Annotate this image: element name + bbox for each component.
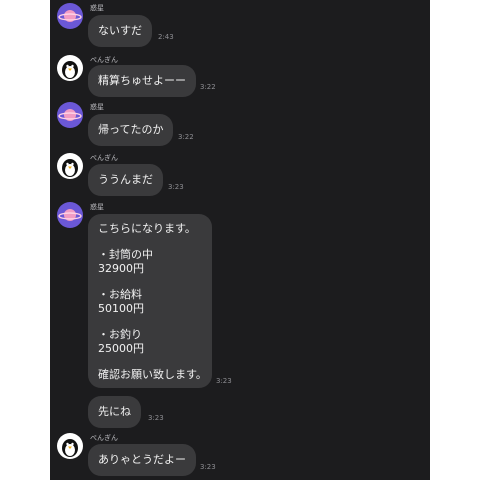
message-bubble[interactable]: ありゃとうだよー bbox=[88, 444, 196, 476]
sender-name: ぺんぎん bbox=[90, 56, 118, 64]
message-bubble[interactable]: ないすだ bbox=[88, 15, 152, 47]
message-time: 3:23 bbox=[148, 414, 164, 422]
message-bubble-multiline[interactable]: こちらになります。 ・封筒の中 32900円 ・お給料 50100円 ・お釣り … bbox=[88, 214, 212, 388]
message-time: 3:23 bbox=[168, 183, 184, 191]
message-time: 3:23 bbox=[216, 377, 232, 385]
chat-panel[interactable]: 惑星 ないすだ 2:43 ぺんぎん 精算ちゅせよーー 3:22 惑星 帰ってたの… bbox=[50, 0, 430, 480]
message-bubble[interactable]: 先にね bbox=[88, 396, 141, 428]
sender-name: 惑星 bbox=[90, 203, 104, 211]
message-time: 3:22 bbox=[178, 133, 194, 141]
penguin-avatar-icon[interactable] bbox=[57, 153, 83, 179]
penguin-avatar-icon[interactable] bbox=[57, 55, 83, 81]
message-bubble[interactable]: ううんまだ bbox=[88, 164, 163, 196]
message-line: 確認お願い致します。 bbox=[98, 368, 207, 381]
sender-name: ぺんぎん bbox=[90, 434, 118, 442]
message-bubble[interactable]: 精算ちゅせよーー bbox=[88, 65, 196, 97]
message-time: 3:23 bbox=[200, 463, 216, 471]
sender-name: 惑星 bbox=[90, 4, 104, 12]
planet-avatar-icon[interactable] bbox=[57, 102, 83, 128]
sender-name: ぺんぎん bbox=[90, 154, 118, 162]
penguin-avatar-icon[interactable] bbox=[57, 433, 83, 459]
message-line: 50100円 bbox=[98, 302, 144, 315]
message-bubble[interactable]: 帰ってたのか bbox=[88, 114, 174, 146]
message-line: 25000円 bbox=[98, 342, 144, 355]
message-line: ・封筒の中 bbox=[98, 248, 153, 261]
planet-avatar-icon[interactable] bbox=[57, 202, 83, 228]
message-time: 3:22 bbox=[200, 83, 216, 91]
message-line: ・お給料 bbox=[98, 288, 142, 301]
message-line: ・お釣り bbox=[98, 328, 142, 341]
message-time: 2:43 bbox=[158, 33, 174, 41]
message-line: 32900円 bbox=[98, 262, 144, 275]
message-line: こちらになります。 bbox=[98, 222, 196, 235]
planet-avatar-icon[interactable] bbox=[57, 3, 83, 29]
sender-name: 惑星 bbox=[90, 103, 104, 111]
